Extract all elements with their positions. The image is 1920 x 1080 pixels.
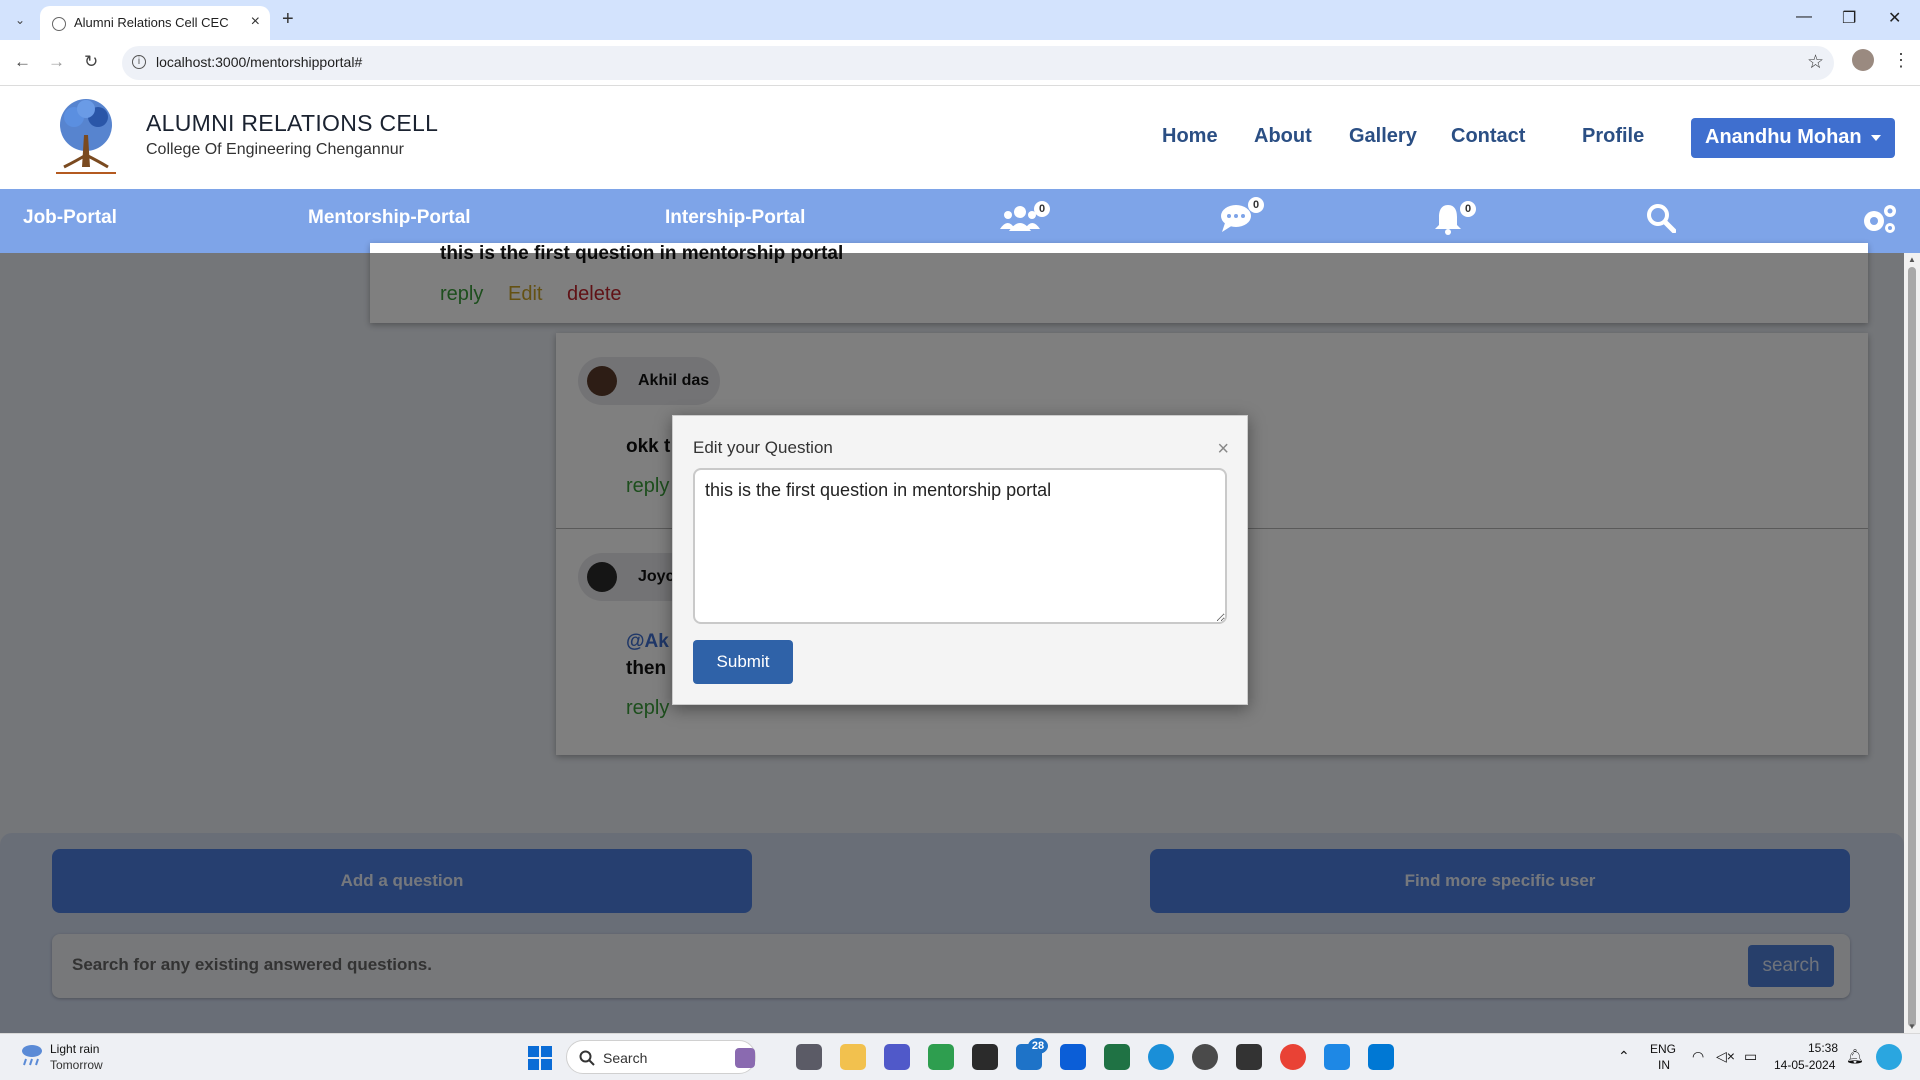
notification-bell-icon[interactable]: 🔔︎	[1846, 1048, 1864, 1065]
address-bar[interactable]: i localhost:3000/mentorshipportal# ☆	[122, 46, 1834, 80]
browser-profile-avatar[interactable]	[1852, 49, 1874, 71]
copilot-icon[interactable]	[1876, 1044, 1902, 1070]
search-icon	[579, 1050, 595, 1066]
minimize-icon[interactable]: —	[1796, 8, 1812, 26]
browser-menu-icon[interactable]: ⋮	[1892, 50, 1910, 71]
tab-title: Alumni Relations Cell CEC	[74, 15, 229, 30]
page-scrollbar[interactable]: ▲ ▼	[1904, 253, 1920, 1033]
friends-button[interactable]: 0	[1000, 201, 1056, 239]
gears-icon	[1864, 205, 1896, 233]
rain-cloud-icon	[22, 1045, 42, 1066]
brand-subtitle: College Of Engineering Chengannur	[146, 141, 404, 158]
app-icon[interactable]	[1192, 1044, 1218, 1070]
file-explorer-icon[interactable]	[840, 1044, 866, 1070]
messages-count-badge: 0	[1248, 197, 1264, 213]
browser-tab-active[interactable]: Alumni Relations Cell CEC ×	[40, 6, 270, 40]
scrollbar-thumb[interactable]	[1908, 267, 1916, 1027]
friends-count-badge: 0	[1034, 201, 1050, 217]
bookmark-star-icon[interactable]: ☆	[1807, 51, 1824, 74]
wifi-icon[interactable]: ◠	[1692, 1048, 1704, 1065]
scroll-up-icon[interactable]: ▲	[1908, 255, 1916, 264]
sheets-icon[interactable]	[928, 1044, 954, 1070]
close-tab-icon[interactable]: ×	[251, 13, 260, 31]
nav-profile[interactable]: Profile	[1582, 125, 1644, 148]
weather-line1: Light rain	[50, 1042, 100, 1056]
app-icon[interactable]	[1060, 1044, 1086, 1070]
windows-start-icon[interactable]	[528, 1046, 552, 1070]
site-header: ALUMNI RELATIONS CELL College Of Enginee…	[0, 87, 1920, 189]
tray-chevron-up-icon[interactable]: ⌃	[1618, 1048, 1630, 1065]
back-icon[interactable]: ←	[14, 52, 31, 72]
alumni-cell-logo	[56, 99, 116, 174]
clock-date[interactable]: 14-05-2024	[1774, 1058, 1835, 1072]
weather-widget[interactable]: Light rain Tomorrow	[18, 1042, 103, 1073]
subnav-internship-portal[interactable]: Intership-Portal	[665, 207, 805, 229]
terminal-icon[interactable]	[972, 1044, 998, 1070]
teams-icon[interactable]	[884, 1044, 910, 1070]
edit-question-modal: Edit your Question × this is the first q…	[672, 415, 1248, 705]
clock-time[interactable]: 15:38	[1808, 1041, 1838, 1055]
nav-about[interactable]: About	[1254, 125, 1312, 148]
settings-button[interactable]	[1860, 203, 1900, 237]
vscode-icon[interactable]	[1368, 1044, 1394, 1070]
subnav-job-portal[interactable]: Job-Portal	[23, 207, 117, 229]
forward-icon[interactable]: →	[48, 52, 65, 72]
taskbar-search-label: Search	[603, 1050, 648, 1066]
task-view-icon[interactable]	[796, 1044, 822, 1070]
weather-line2: Tomorrow	[50, 1058, 103, 1072]
notepad-icon[interactable]	[1324, 1044, 1350, 1070]
close-icon[interactable]: ×	[1217, 438, 1229, 461]
scroll-down-icon[interactable]: ▼	[1908, 1022, 1916, 1031]
search-button[interactable]	[1646, 203, 1678, 235]
caret-down-icon	[1871, 135, 1881, 141]
nav-home[interactable]: Home	[1162, 125, 1218, 148]
globe-icon	[52, 17, 66, 31]
bell-icon	[1435, 205, 1461, 235]
new-tab-icon[interactable]: +	[282, 8, 294, 31]
restore-icon[interactable]: ❐	[1842, 8, 1856, 28]
search-highlight-icon	[735, 1048, 755, 1068]
browser-toolbar: ← → ↻ i localhost:3000/mentorshipportal#…	[0, 40, 1920, 86]
nav-gallery[interactable]: Gallery	[1349, 125, 1417, 148]
notifications-count-badge: 0	[1460, 201, 1476, 217]
notifications-button[interactable]: 0	[1434, 201, 1484, 239]
excel-icon[interactable]	[1104, 1044, 1130, 1070]
subnav-mentorship-portal[interactable]: Mentorship-Portal	[308, 207, 471, 229]
brand-title: ALUMNI RELATIONS CELL	[146, 110, 439, 136]
language-line1[interactable]: ENG	[1650, 1042, 1676, 1056]
modal-title: Edit your Question	[693, 438, 833, 457]
question-textarea[interactable]: this is the first question in mentorship…	[693, 468, 1227, 624]
close-window-icon[interactable]: ✕	[1888, 8, 1901, 28]
url-text[interactable]: localhost:3000/mentorshipportal#	[156, 54, 362, 70]
tab-search-chevron-icon[interactable]: ⌄	[8, 8, 32, 32]
taskbar-search[interactable]: Search	[566, 1040, 756, 1074]
battery-icon[interactable]: ▭	[1744, 1048, 1757, 1065]
nav-contact[interactable]: Contact	[1451, 125, 1525, 148]
user-name: Anandhu Mohan	[1705, 126, 1862, 148]
mail-count-badge: 28	[1028, 1038, 1048, 1054]
language-line2[interactable]: IN	[1658, 1058, 1670, 1072]
reload-icon[interactable]: ↻	[84, 52, 98, 72]
edge-icon[interactable]	[1148, 1044, 1174, 1070]
user-dropdown-button[interactable]: Anandhu Mohan	[1691, 118, 1895, 158]
app-icon[interactable]	[1236, 1044, 1262, 1070]
submit-button[interactable]: Submit	[693, 640, 793, 684]
site-info-icon[interactable]: i	[132, 55, 146, 69]
browser-tabstrip: ⌄ Alumni Relations Cell CEC × + — ❐ ✕	[0, 0, 1920, 40]
messages-button[interactable]: 0	[1220, 197, 1276, 239]
search-icon	[1647, 204, 1677, 234]
volume-muted-icon[interactable]: ◁×	[1716, 1048, 1735, 1065]
chrome-icon[interactable]	[1280, 1044, 1306, 1070]
windows-taskbar: Light rain Tomorrow Search 28 ⌃ ENG IN ◠…	[0, 1033, 1920, 1080]
